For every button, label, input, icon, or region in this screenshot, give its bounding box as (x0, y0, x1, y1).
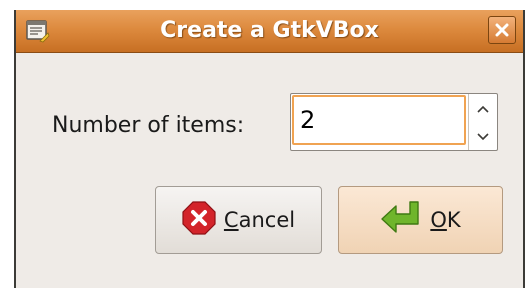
ok-label-rest: K (446, 208, 461, 232)
spin-up-button[interactable] (469, 94, 497, 122)
spin-down-button[interactable] (469, 122, 497, 150)
items-label: Number of items: (52, 113, 245, 138)
stop-x-icon (182, 200, 216, 240)
dialog-window-icon (26, 19, 50, 43)
ok-mnemonic: O (430, 208, 447, 232)
close-button[interactable] (488, 16, 516, 44)
cancel-button-label: Cancel (224, 208, 295, 232)
cancel-button[interactable]: Cancel (155, 186, 322, 254)
cancel-mnemonic: C (223, 208, 239, 232)
ok-button-label: OK (430, 208, 460, 232)
close-icon (495, 23, 509, 37)
ok-button[interactable]: OK (338, 186, 503, 254)
chevron-up-icon (476, 99, 490, 118)
green-enter-arrow-icon (380, 200, 422, 241)
items-input[interactable] (292, 95, 466, 145)
chevron-down-icon (476, 127, 490, 146)
spin-buttons (468, 94, 497, 150)
title-bar[interactable]: Create a GtkVBox (16, 10, 523, 53)
window-title: Create a GtkVBox (160, 18, 379, 43)
items-spinbutton[interactable] (290, 93, 498, 151)
dialog-window: Create a GtkVBox Number of items: 2 Canc… (14, 10, 525, 288)
cancel-label-rest: ancel (238, 208, 296, 232)
